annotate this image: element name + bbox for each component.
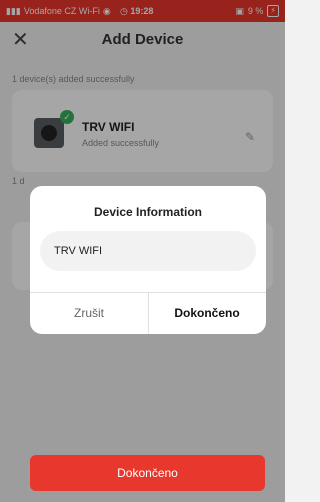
- done-button[interactable]: Dokončeno: [148, 292, 266, 334]
- device-name-input[interactable]: [40, 231, 256, 271]
- device-information-dialog: Device Information Zrušit Dokončeno: [30, 186, 266, 334]
- dialog-title: Device Information: [93, 205, 203, 219]
- cancel-button[interactable]: Zrušit: [30, 292, 148, 334]
- finish-button[interactable]: Dokončeno: [30, 455, 265, 491]
